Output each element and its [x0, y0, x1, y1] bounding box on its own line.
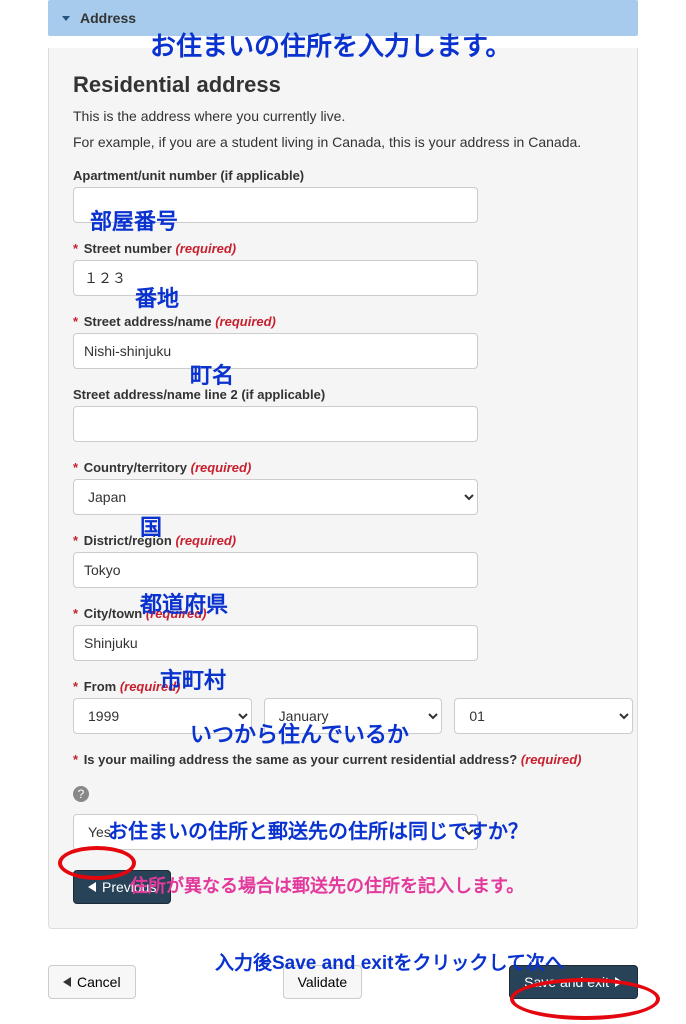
- street-name2-label: Street address/name line 2 (if applicabl…: [73, 387, 613, 402]
- street-number-input[interactable]: [73, 260, 478, 296]
- street-name2-input[interactable]: [73, 406, 478, 442]
- section-desc-2: For example, if you are a student living…: [73, 134, 613, 150]
- chevron-down-icon: [62, 16, 70, 21]
- city-label: * City/town (required): [73, 606, 613, 621]
- required-star-icon: *: [73, 460, 78, 475]
- apt-label: Apartment/unit number (if applicable): [73, 168, 613, 183]
- accordion-header[interactable]: Address: [48, 0, 638, 36]
- street-name-input[interactable]: [73, 333, 478, 369]
- section-desc-1: This is the address where you currently …: [73, 108, 613, 124]
- section-heading: Residential address: [73, 72, 613, 98]
- required-star-icon: *: [73, 606, 78, 621]
- country-select[interactable]: Japan: [73, 479, 478, 515]
- mailing-question-label: * Is your mailing address the same as yo…: [73, 752, 613, 767]
- required-star-icon: *: [73, 533, 78, 548]
- from-day-select[interactable]: 01: [454, 698, 633, 734]
- arrow-right-icon: [615, 977, 623, 987]
- validate-button[interactable]: Validate: [283, 965, 363, 999]
- arrow-left-icon: [63, 977, 71, 987]
- arrow-left-icon: [88, 882, 96, 892]
- previous-button[interactable]: Previous: [73, 870, 171, 904]
- street-name-label: * Street address/name (required): [73, 314, 613, 329]
- required-star-icon: *: [73, 679, 78, 694]
- save-exit-button[interactable]: Save and exit: [509, 965, 638, 999]
- accordion-title: Address: [80, 10, 136, 26]
- from-month-select[interactable]: January: [264, 698, 443, 734]
- apt-input[interactable]: [73, 187, 478, 223]
- address-panel: Residential address This is the address …: [48, 48, 638, 929]
- district-label: * District/region (required): [73, 533, 613, 548]
- cancel-button[interactable]: Cancel: [48, 965, 136, 999]
- required-star-icon: *: [73, 314, 78, 329]
- district-input[interactable]: [73, 552, 478, 588]
- help-icon[interactable]: ?: [73, 786, 89, 802]
- city-input[interactable]: [73, 625, 478, 661]
- country-label: * Country/territory (required): [73, 460, 613, 475]
- required-star-icon: *: [73, 241, 78, 256]
- from-year-select[interactable]: 1999: [73, 698, 252, 734]
- from-label: * From (required): [73, 679, 613, 694]
- mailing-select[interactable]: Yes: [73, 814, 478, 850]
- required-star-icon: *: [73, 752, 78, 767]
- street-number-label: * Street number (required): [73, 241, 613, 256]
